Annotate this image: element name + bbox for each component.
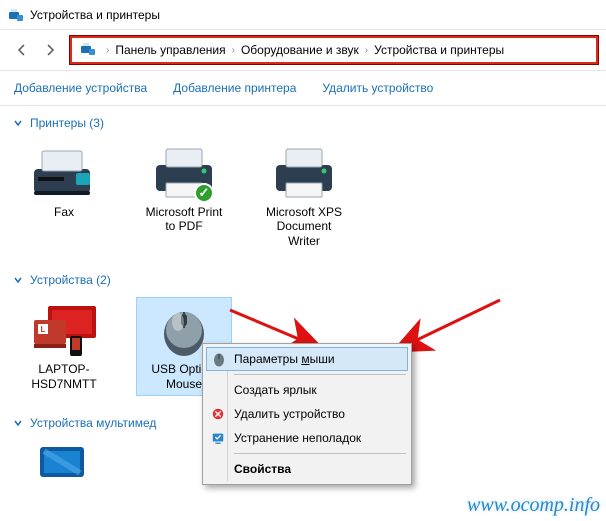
item-label: LAPTOP-HSD7NMTT bbox=[21, 362, 107, 391]
group-header-devices[interactable]: Устройства (2) bbox=[8, 267, 598, 293]
forward-button[interactable] bbox=[36, 36, 64, 64]
breadcrumb-devices-printers[interactable]: Устройства и принтеры bbox=[372, 41, 506, 59]
device-item-multimedia[interactable] bbox=[16, 440, 112, 490]
address-breadcrumb[interactable]: › Панель управления › Оборудование и зву… bbox=[70, 36, 598, 64]
troubleshoot-icon bbox=[210, 430, 226, 446]
laptop-icon: L bbox=[28, 302, 100, 358]
breadcrumb-control-panel[interactable]: Панель управления bbox=[113, 41, 227, 59]
svg-text:L: L bbox=[41, 325, 46, 334]
watermark: www.ocomp.info bbox=[467, 494, 600, 517]
device-item-laptop[interactable]: L LAPTOP-HSD7NMTT bbox=[16, 297, 112, 396]
window-title: Устройства и принтеры bbox=[30, 8, 160, 22]
group-title: Устройства (2) bbox=[30, 273, 111, 287]
menu-label: Устранение неполадок bbox=[234, 431, 361, 445]
default-check-icon bbox=[194, 183, 214, 203]
menu-item-troubleshoot[interactable]: Устранение неполадок bbox=[206, 426, 408, 450]
media-device-icon bbox=[36, 445, 92, 485]
item-label: Fax bbox=[54, 205, 74, 219]
item-label: Microsoft XPS Document Writer bbox=[261, 205, 347, 248]
printer-icon bbox=[148, 145, 220, 201]
back-button[interactable] bbox=[8, 36, 36, 64]
menu-item-mouse-settings[interactable]: Параметры мыши bbox=[206, 347, 408, 371]
menu-label: Удалить устройство bbox=[234, 407, 345, 421]
menu-item-create-shortcut[interactable]: Создать ярлык bbox=[206, 378, 408, 402]
add-device-command[interactable]: Добавление устройства bbox=[14, 81, 147, 95]
menu-label: Свойства bbox=[234, 462, 291, 476]
devices-printers-icon bbox=[80, 41, 98, 59]
printers-items: Fax Microsoft Print to PDF bbox=[8, 136, 598, 267]
menu-label: Создать ярлык bbox=[234, 383, 317, 397]
mouse-small-icon bbox=[211, 351, 227, 367]
printer-icon bbox=[268, 145, 340, 201]
breadcrumb-hardware-sound[interactable]: Оборудование и звук bbox=[239, 41, 361, 59]
delete-icon bbox=[210, 406, 226, 422]
menu-item-properties[interactable]: Свойства bbox=[206, 457, 408, 481]
fax-icon bbox=[28, 145, 100, 201]
context-menu: Параметры мыши Создать ярлык Удалить уст… bbox=[202, 343, 412, 485]
device-item-xps-writer[interactable]: Microsoft XPS Document Writer bbox=[256, 140, 352, 253]
chevron-right-icon[interactable]: › bbox=[228, 45, 239, 56]
nav-row: › Панель управления › Оборудование и зву… bbox=[0, 30, 606, 70]
chevron-right-icon[interactable]: › bbox=[102, 45, 113, 56]
group-title: Принтеры (3) bbox=[30, 116, 104, 130]
menu-item-remove-device[interactable]: Удалить устройство bbox=[206, 402, 408, 426]
delete-device-command[interactable]: Удалить устройство bbox=[322, 81, 433, 95]
command-bar: Добавление устройства Добавление принтер… bbox=[0, 70, 606, 106]
item-label: Microsoft Print to PDF bbox=[141, 205, 227, 234]
device-item-print-to-pdf[interactable]: Microsoft Print to PDF bbox=[136, 140, 232, 253]
group-header-printers[interactable]: Принтеры (3) bbox=[8, 110, 598, 136]
add-printer-command[interactable]: Добавление принтера bbox=[173, 81, 296, 95]
title-bar: Устройства и принтеры bbox=[0, 0, 606, 30]
chevron-right-icon[interactable]: › bbox=[361, 45, 372, 56]
menu-label: Параметры мыши bbox=[234, 352, 335, 366]
device-item-fax[interactable]: Fax bbox=[16, 140, 112, 253]
group-title: Устройства мультимед bbox=[30, 416, 156, 430]
devices-printers-icon bbox=[8, 7, 24, 23]
